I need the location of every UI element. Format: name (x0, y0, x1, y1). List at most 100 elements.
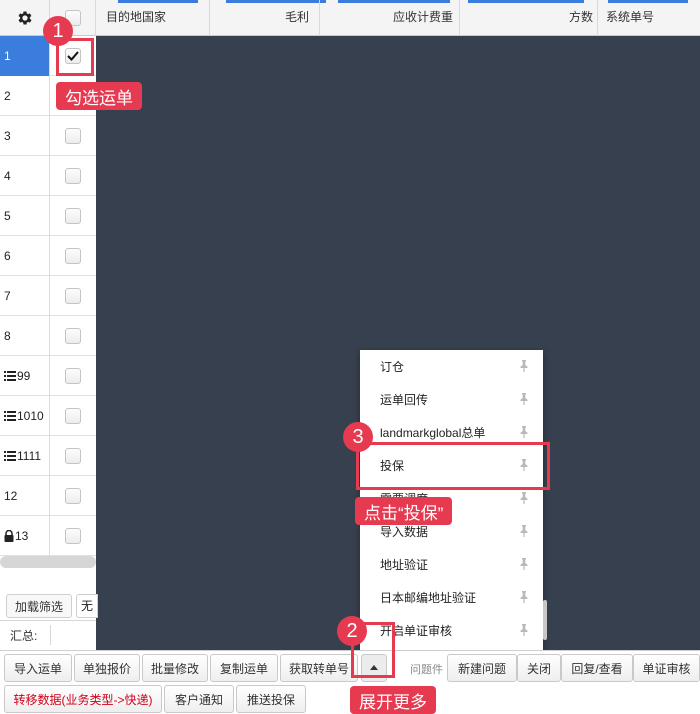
reply-view-button[interactable]: 回复/查看 (561, 654, 633, 682)
pin-icon[interactable] (519, 393, 529, 405)
row-checkbox[interactable] (65, 208, 81, 224)
row-select-cell (50, 436, 96, 476)
row-checkbox[interactable] (65, 288, 81, 304)
issue-tab-label[interactable]: 问题件 (410, 661, 443, 677)
menu-item-label: 运单回传 (380, 393, 429, 407)
row-number: 13 (0, 516, 50, 556)
filter-select[interactable]: 无 (76, 594, 98, 618)
table-row[interactable]: 4 (0, 156, 96, 196)
single-quote-button[interactable]: 单独报价 (74, 654, 140, 682)
table-row[interactable]: 13 (0, 516, 96, 556)
row-select-cell (50, 116, 96, 156)
row-number: 5 (0, 196, 50, 236)
table-row[interactable]: 1010 (0, 396, 96, 436)
transfer-data-button[interactable]: 转移数据(业务类型->快递) (4, 685, 162, 713)
row-select-cell (50, 236, 96, 276)
step-badge-1: 1 (43, 16, 73, 46)
pin-icon[interactable] (519, 426, 529, 438)
menu-item[interactable]: 地址验证 (360, 548, 543, 581)
row-number: 1 (0, 36, 50, 76)
row-select-cell (50, 196, 96, 236)
row-number: 1111 (0, 436, 50, 476)
row-number-label: 8 (4, 329, 11, 343)
pin-icon[interactable] (519, 360, 529, 372)
step-badge-3: 3 (343, 422, 373, 452)
column-header-destination[interactable]: 目的地国家 (98, 0, 210, 36)
row-number-label: 7 (4, 289, 11, 303)
import-waybill-button[interactable]: 导入运单 (4, 654, 72, 682)
batch-edit-button[interactable]: 批量修改 (142, 654, 208, 682)
row-number-label: 12 (4, 489, 18, 503)
table-row[interactable]: 1111 (0, 436, 96, 476)
summary-label: 汇总: (10, 629, 38, 643)
table-row[interactable]: 5 (0, 196, 96, 236)
row-checkbox[interactable] (65, 488, 81, 504)
menu-item-label: 订仓 (380, 360, 405, 374)
menu-scrollbar[interactable] (543, 600, 547, 640)
table-row[interactable]: 3 (0, 116, 96, 156)
pin-icon[interactable] (519, 492, 529, 504)
row-number: 99 (0, 356, 50, 396)
list-icon (4, 451, 16, 461)
pin-icon[interactable] (519, 525, 529, 537)
customer-notify-button[interactable]: 客户通知 (164, 685, 234, 713)
row-select-cell (50, 356, 96, 396)
callout-expand-more: 展开更多 (350, 686, 436, 714)
menu-item-label: 日本邮编地址验证 (380, 591, 477, 605)
pin-icon[interactable] (519, 558, 529, 570)
row-number-label: 2 (4, 89, 11, 103)
column-header-system-number[interactable]: 系统单号 (598, 0, 700, 36)
row-checkbox[interactable] (65, 368, 81, 384)
row-checkbox[interactable] (65, 168, 81, 184)
row-number-label: 6 (4, 249, 11, 263)
step-badge-2: 2 (337, 616, 367, 646)
get-transfer-number-button[interactable]: 获取转单号 (280, 654, 358, 682)
pin-icon[interactable] (519, 591, 529, 603)
table-row[interactable]: 12 (0, 476, 96, 516)
row-select-cell (50, 476, 96, 516)
menu-item[interactable]: 运单回传 (360, 383, 543, 416)
row-number: 6 (0, 236, 50, 276)
row-number-label: 4 (4, 169, 11, 183)
load-filter-button[interactable]: 加载筛选 (6, 594, 72, 618)
row-select-cell (50, 276, 96, 316)
row-number-label: 3 (4, 129, 11, 143)
list-icon (4, 411, 16, 421)
row-checkbox[interactable] (65, 128, 81, 144)
column-header-gross-profit[interactable]: 毛利 (210, 0, 320, 36)
highlight-insurance-item (356, 442, 550, 490)
row-checkbox[interactable] (65, 248, 81, 264)
table-row[interactable]: 6 (0, 236, 96, 276)
row-list: 1 2 3 4 5 6 7 8 99 1010 1111 12 13 (0, 36, 96, 556)
document-review-button[interactable]: 单证审核 (633, 654, 700, 682)
row-number: 12 (0, 476, 50, 516)
row-number-label: 99 (17, 369, 31, 383)
row-checkbox[interactable] (65, 528, 81, 544)
horizontal-scrollbar[interactable] (0, 556, 96, 568)
row-checkbox[interactable] (65, 448, 81, 464)
summary-row: 汇总: (0, 620, 96, 648)
pin-icon[interactable] (519, 624, 529, 636)
menu-item-label: landmarkglobal总单 (380, 426, 486, 440)
close-issue-button[interactable]: 关闭 (517, 654, 561, 682)
menu-item-label: 地址验证 (380, 558, 429, 572)
row-select-cell (50, 156, 96, 196)
grid-header: 目的地国家 毛利 应收计费重 方数 系统单号 (0, 0, 700, 36)
menu-item[interactable]: 日本邮编地址验证 (360, 581, 543, 614)
table-row[interactable]: 7 (0, 276, 96, 316)
table-row[interactable]: 99 (0, 356, 96, 396)
menu-item[interactable]: 订仓 (360, 350, 543, 383)
column-header-volume[interactable]: 方数 (460, 0, 598, 36)
callout-select-waybill: 勾选运单 (56, 82, 142, 110)
new-issue-button[interactable]: 新建问题 (447, 654, 517, 682)
copy-waybill-button[interactable]: 复制运单 (210, 654, 278, 682)
column-header-billing-weight[interactable]: 应收计费重 (320, 0, 460, 36)
row-number-label: 1111 (17, 449, 42, 463)
row-checkbox[interactable] (65, 328, 81, 344)
row-number: 7 (0, 276, 50, 316)
lock-icon (4, 530, 14, 542)
table-row[interactable]: 8 (0, 316, 96, 356)
push-insurance-button[interactable]: 推送投保 (236, 685, 306, 713)
row-number-label: 1 (4, 49, 11, 63)
row-checkbox[interactable] (65, 408, 81, 424)
